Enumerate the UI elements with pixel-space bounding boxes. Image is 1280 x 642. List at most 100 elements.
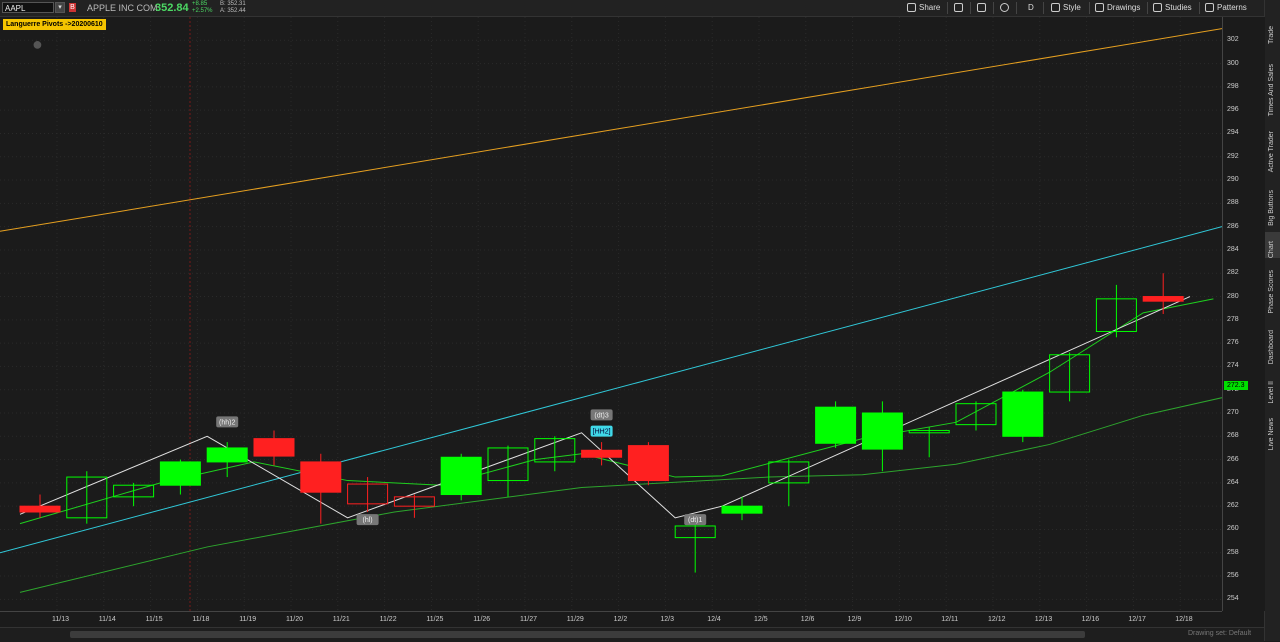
drawing-set-status: Drawing set: Default	[1188, 630, 1252, 637]
bid: B: 352.31	[220, 1, 246, 7]
tab-trade[interactable]: Trade	[1265, 18, 1280, 44]
tab-active-trader[interactable]: Active Trader	[1265, 122, 1280, 172]
studies-icon	[1153, 3, 1162, 13]
tab-chart[interactable]: Chart	[1265, 232, 1280, 258]
price-tick-label: 256	[1227, 572, 1239, 580]
price-tick-label: 288	[1227, 199, 1239, 207]
pivot-label: (dt)3	[594, 412, 609, 419]
price-tick-label: 278	[1227, 315, 1239, 323]
drawings-button[interactable]: Drawings	[1095, 2, 1140, 14]
date-tick-label: 12/3	[660, 616, 675, 623]
date-tick-label: 12/16	[1081, 616, 1100, 623]
price-tick-label: 300	[1227, 59, 1239, 67]
price-tick-label: 262	[1227, 502, 1239, 510]
candle-body	[19, 505, 61, 513]
ask: A: 352.44	[220, 8, 246, 14]
symbol-input[interactable]: AAPL	[2, 2, 54, 13]
date-tick-label: 11/14	[98, 616, 116, 623]
pivot-label: (hh)2	[219, 419, 235, 426]
cyan-trendline	[0, 226, 1223, 554]
patterns-button[interactable]: Patterns	[1205, 2, 1247, 14]
last-price: 352.84	[155, 2, 189, 14]
toolbar-divider	[1089, 2, 1090, 14]
tab-times-and-sales[interactable]: Times And Sales	[1265, 50, 1280, 116]
net-change: +8.85	[192, 1, 208, 7]
toolbar-divider	[1016, 2, 1017, 14]
chart-scrollbar[interactable]: Drawing set: Default	[0, 627, 1264, 642]
date-tick-label: 12/17	[1128, 616, 1146, 623]
price-tick-label: 258	[1227, 548, 1239, 556]
candle-body	[815, 406, 857, 444]
flask-icon	[977, 3, 986, 13]
patterns-icon	[1205, 3, 1214, 13]
flask-button[interactable]	[977, 2, 989, 14]
chart-plot[interactable]: (hh)2 (hl) (dt)3 [HH2] (dt)1	[0, 17, 1237, 611]
price-tick-label: 264	[1227, 478, 1239, 486]
date-tick-label: 11/27	[520, 616, 537, 623]
symbol-dropdown-button[interactable]: ▾	[55, 2, 65, 13]
price-tick-label: 274	[1227, 362, 1239, 370]
candle-body	[1142, 296, 1184, 302]
price-change: +8.85 +2.57%	[192, 1, 213, 15]
toolbar-divider	[993, 2, 994, 14]
price-tick-label: 296	[1227, 106, 1239, 114]
pivot-label: (dt)1	[688, 517, 703, 524]
price-tick-label: 290	[1227, 176, 1239, 184]
last-price-tag: 272.3	[1224, 381, 1248, 391]
settings-button[interactable]	[1000, 2, 1012, 14]
tab-live-news[interactable]: Live News	[1265, 410, 1280, 450]
price-tick-label: 266	[1227, 455, 1239, 463]
right-sidebar: Trade Times And Sales Active Trader Big …	[1264, 0, 1280, 641]
price-tick-label: 268	[1227, 432, 1239, 440]
pencil-icon	[1095, 3, 1104, 13]
share-button[interactable]: Share	[907, 2, 940, 14]
toolbar-divider	[947, 2, 948, 14]
tab-phase-scores[interactable]: Phase Scores	[1265, 264, 1280, 314]
price-tick-label: 254	[1227, 595, 1239, 603]
price-axis[interactable]: 2542562582602622642662682702722742762782…	[1222, 17, 1265, 611]
price-chart[interactable]: (hh)2 (hl) (dt)3 [HH2] (dt)1	[0, 17, 1237, 611]
date-tick-label: 12/12	[988, 616, 1006, 623]
candle-body	[300, 461, 342, 493]
period-button[interactable]: D	[1028, 2, 1034, 14]
tab-big-buttons[interactable]: Big Buttons	[1265, 180, 1280, 226]
price-tick-label: 260	[1227, 525, 1239, 533]
date-tick-label: 11/21	[332, 616, 350, 623]
date-tick-label: 11/18	[192, 616, 210, 623]
candle-body	[581, 449, 623, 458]
toolbar-divider	[1199, 2, 1200, 14]
style-button[interactable]: Style	[1051, 2, 1081, 14]
studies-button[interactable]: Studies	[1153, 2, 1192, 14]
pivot-label: (hl)	[363, 517, 373, 524]
company-name: APPLE INC COM	[87, 3, 158, 13]
price-tick-label: 284	[1227, 245, 1239, 253]
date-tick-label: 12/13	[1034, 616, 1053, 623]
bid-ask: B: 352.31 A: 352.44	[220, 1, 246, 15]
toolbar-divider	[1043, 2, 1044, 14]
date-tick-label: 11/19	[239, 616, 257, 623]
toolbar-divider	[970, 2, 971, 14]
tab-dashboard[interactable]: Dashboard	[1265, 322, 1280, 364]
date-tick-label: 11/15	[145, 616, 163, 623]
date-axis[interactable]: 11/13 11/14 11/15 11/18 11/19 11/20 11/21 11/22…	[0, 611, 1222, 628]
date-tick-label: 12/5	[754, 616, 768, 623]
candle-body	[159, 461, 201, 486]
share-icon	[907, 3, 916, 13]
layout-icon	[954, 3, 963, 13]
date-tick-label: 11/22	[379, 616, 397, 623]
price-tick-label: 276	[1227, 339, 1239, 347]
study-label[interactable]: Languerre Pivots ->20200610	[3, 19, 106, 30]
candle-body	[627, 445, 669, 482]
candle-body	[1002, 391, 1044, 437]
toolbar-divider	[1147, 2, 1148, 14]
date-tick-label: 12/10	[894, 616, 912, 623]
price-tick-label: 282	[1227, 269, 1239, 277]
price-tick-label: 286	[1227, 222, 1239, 230]
scroll-thumb[interactable]	[70, 631, 1085, 638]
date-tick-label: 12/11	[941, 616, 959, 623]
date-tick-label: 11/29	[566, 616, 584, 623]
save-layout-button[interactable]	[954, 2, 966, 14]
candle-body	[861, 412, 903, 450]
tab-level-ii[interactable]: Level II	[1265, 372, 1280, 404]
date-tick-label: 11/13	[52, 616, 69, 623]
